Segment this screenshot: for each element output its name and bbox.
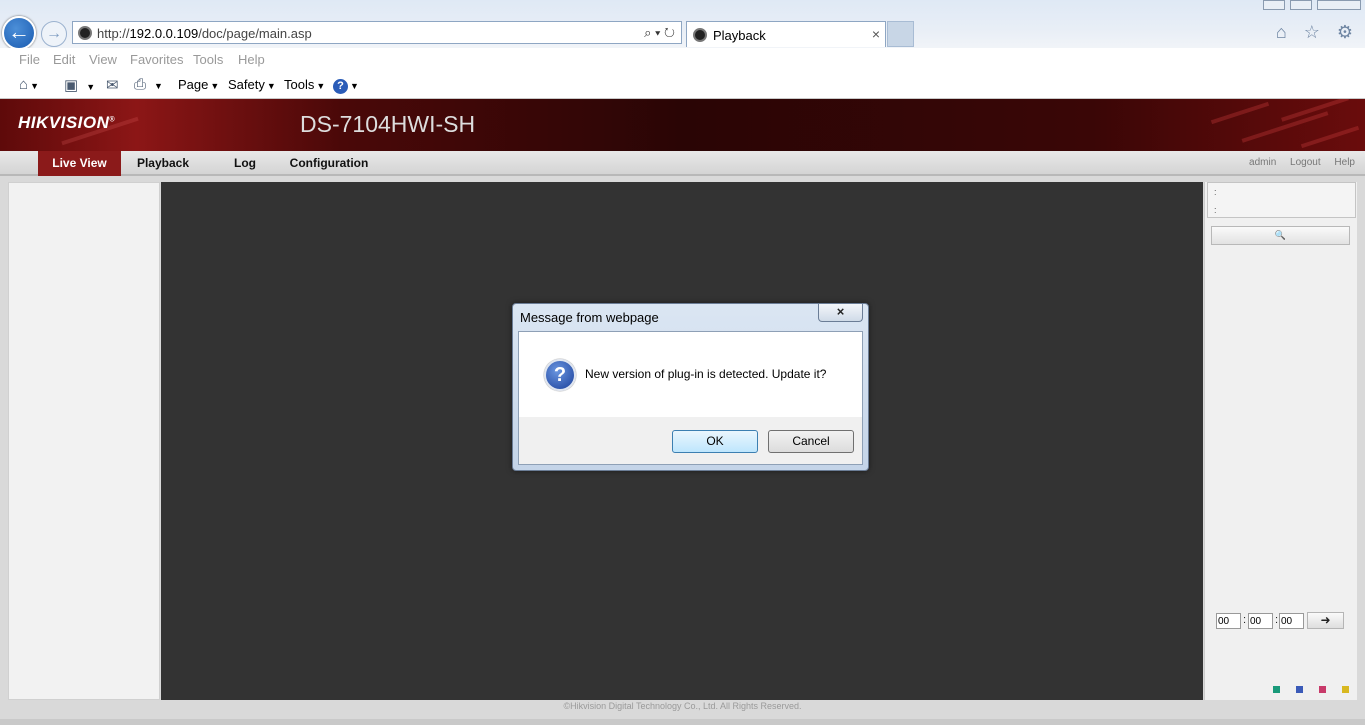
rss-icon[interactable]: ▣ ▼ bbox=[64, 76, 95, 94]
forward-arrow-icon: → bbox=[46, 25, 62, 42]
search-icon: 🔍 bbox=[1274, 230, 1287, 240]
site-favicon bbox=[78, 26, 92, 40]
page-menu[interactable]: Page ▼ bbox=[178, 77, 219, 92]
app-header: HIKVISION® DS-7104HWI-SH bbox=[0, 99, 1365, 151]
address-tools-icons[interactable]: ⌕ ▾ ↻ bbox=[644, 25, 675, 41]
dialog-message: New version of plug-in is detected. Upda… bbox=[585, 367, 827, 381]
hikvision-logo: HIKVISION® bbox=[18, 113, 116, 132]
window-close-button[interactable] bbox=[1317, 0, 1361, 10]
mail-icon[interactable]: ✉ bbox=[106, 76, 119, 94]
menu-favorites[interactable]: Favorites bbox=[130, 52, 183, 67]
dialog-title: Message from webpage bbox=[520, 310, 659, 325]
close-icon: × bbox=[836, 304, 845, 319]
color-square[interactable] bbox=[1296, 686, 1303, 693]
dialog-message-area: ? New version of plug-in is detected. Up… bbox=[519, 332, 862, 417]
right-panel: : : 🔍 : : ➜ bbox=[1204, 182, 1357, 700]
user-links: admin Logout Help bbox=[1238, 157, 1355, 168]
tab-close-icon[interactable]: × bbox=[872, 26, 880, 42]
dialog-body: ? New version of plug-in is detected. Up… bbox=[518, 331, 863, 465]
info-line: : bbox=[1214, 205, 1217, 215]
menu-file[interactable]: File bbox=[19, 52, 40, 67]
dialog-close-button[interactable]: × bbox=[818, 304, 863, 322]
help-menu[interactable]: ? ▼ bbox=[333, 77, 359, 94]
menu-bar: File Edit View Favorites Tools Help bbox=[0, 48, 1365, 70]
second-input[interactable] bbox=[1279, 613, 1304, 629]
logout-link[interactable]: Logout bbox=[1290, 157, 1321, 168]
back-button[interactable]: ← bbox=[2, 16, 36, 50]
minute-input[interactable] bbox=[1248, 613, 1273, 629]
address-url[interactable]: http://192.0.0.109/doc/page/main.asp bbox=[97, 26, 312, 41]
color-square[interactable] bbox=[1319, 686, 1326, 693]
browser-chrome: ← → http://192.0.0.109/doc/page/main.asp… bbox=[0, 0, 1365, 50]
tools-menu[interactable]: Tools ▼ bbox=[284, 77, 325, 92]
tab-playback[interactable]: Playback × bbox=[686, 21, 886, 47]
menu-tools[interactable]: Tools bbox=[193, 52, 223, 67]
hour-input[interactable] bbox=[1216, 613, 1241, 629]
tab-configuration[interactable]: Configuration bbox=[284, 151, 374, 176]
search-info-box: : : bbox=[1207, 182, 1356, 218]
ok-button[interactable]: OK bbox=[672, 430, 758, 453]
tab-playback[interactable]: Playback bbox=[124, 151, 202, 176]
menu-help[interactable]: Help bbox=[238, 52, 265, 67]
tab-favicon bbox=[693, 28, 707, 42]
color-square[interactable] bbox=[1342, 686, 1349, 693]
go-time-button[interactable]: ➜ bbox=[1307, 612, 1344, 629]
taskbar-strip bbox=[0, 719, 1365, 725]
print-icon[interactable]: ⎙ ▼ bbox=[134, 76, 163, 93]
color-square[interactable] bbox=[1273, 686, 1280, 693]
back-arrow-icon: ← bbox=[8, 19, 30, 44]
home-favorites-settings-icons[interactable]: ⌂ ☆ ⚙ bbox=[1276, 22, 1359, 43]
main-nav: Live View Playback Log Configuration adm… bbox=[0, 151, 1365, 176]
menu-view[interactable]: View bbox=[89, 52, 117, 67]
device-model: DS-7104HWI-SH bbox=[300, 111, 476, 137]
info-line: : bbox=[1214, 187, 1217, 197]
home-icon[interactable]: ⌂ ▼ bbox=[19, 76, 39, 93]
current-user: admin bbox=[1249, 157, 1277, 168]
command-bar: ⌂ ▼ ▣ ▼ ✉ ⎙ ▼ Page ▼ Safety ▼ Tools ▼ ? ▼ bbox=[0, 70, 1365, 99]
forward-button[interactable]: → bbox=[41, 21, 67, 47]
tab-log[interactable]: Log bbox=[215, 151, 275, 176]
tab-live-view[interactable]: Live View bbox=[38, 151, 121, 176]
new-tab-button[interactable] bbox=[887, 21, 914, 47]
menu-edit[interactable]: Edit bbox=[53, 52, 75, 67]
help-icon: ? bbox=[333, 79, 348, 94]
left-panel bbox=[8, 182, 160, 700]
message-dialog: Message from webpage × ? New version of … bbox=[512, 303, 869, 471]
search-button[interactable]: 🔍 bbox=[1211, 226, 1350, 245]
question-icon: ? bbox=[544, 359, 576, 391]
address-bar[interactable]: http://192.0.0.109/doc/page/main.asp ⌕ ▾… bbox=[72, 21, 682, 44]
minimize-button[interactable] bbox=[1263, 0, 1285, 10]
arrow-right-icon: ➜ bbox=[1320, 613, 1331, 627]
help-link[interactable]: Help bbox=[1334, 157, 1355, 168]
cancel-button[interactable]: Cancel bbox=[768, 430, 854, 453]
safety-menu[interactable]: Safety ▼ bbox=[228, 77, 276, 92]
tab-title: Playback bbox=[713, 28, 766, 43]
maximize-button[interactable] bbox=[1290, 0, 1312, 10]
